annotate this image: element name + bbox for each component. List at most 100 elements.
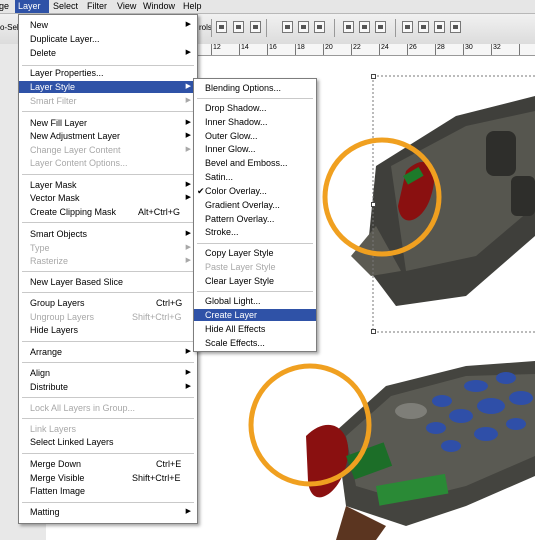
transform-handle[interactable] (371, 329, 376, 334)
menu-item-layer-style[interactable]: Layer Style ▶ (19, 81, 197, 93)
layer-menu: New ▶ Duplicate Layer... Delete ▶ Layer Pr… (18, 14, 198, 524)
menu-bar: ge Layer Select Filter View Window Help (0, 0, 535, 14)
menu-item-merge-visible[interactable]: Merge Visible Shift+Ctrl+E (19, 472, 197, 484)
menu-item-blending-options[interactable]: Blending Options... (194, 82, 316, 94)
align-top-icon[interactable] (216, 21, 227, 33)
menu-separator (22, 453, 194, 454)
menu-item-create-layer[interactable]: Create Layer (194, 309, 316, 321)
menu-item-gradient-overlay[interactable]: Gradient Overlay... (194, 199, 316, 211)
menu-item-paste-layer-style[interactable]: Paste Layer Style (194, 261, 316, 273)
menu-item-new[interactable]: New ▶ (19, 19, 197, 31)
menu-filter[interactable]: Filter (84, 0, 112, 13)
layer-style-submenu: Blending Options... Drop Shadow... Inner… (193, 78, 317, 352)
menu-item-change-layer-content[interactable]: Change Layer Content ▶ (19, 144, 197, 156)
menu-item-layer-properties[interactable]: Layer Properties... (19, 67, 197, 79)
menu-separator (22, 418, 194, 419)
transform-handle[interactable] (371, 202, 376, 207)
menu-item-smart-filter[interactable]: Smart Filter ▶ (19, 95, 197, 107)
distribute-top-icon[interactable] (343, 21, 354, 33)
menu-item-inner-shadow[interactable]: Inner Shadow... (194, 116, 316, 128)
menu-item-hide-all-effects[interactable]: Hide All Effects (194, 323, 316, 335)
menu-item-satin[interactable]: Satin... (194, 171, 316, 183)
menu-item-type[interactable]: Type ▶ (19, 242, 197, 254)
ruler-tick (463, 44, 464, 55)
menu-item-flatten-image[interactable]: Flatten Image (19, 485, 197, 497)
menu-image-partial[interactable]: ge (0, 0, 15, 13)
menu-item-merge-down[interactable]: Merge Down Ctrl+E (19, 458, 197, 470)
menu-item-link-layers[interactable]: Link Layers (19, 423, 197, 435)
align-vertical-center-icon[interactable] (233, 21, 244, 33)
distribute-vertical-center-icon[interactable] (359, 21, 370, 33)
menu-window[interactable]: Window (140, 0, 178, 13)
menu-item-layer-content-options[interactable]: Layer Content Options... (19, 157, 197, 169)
menu-item-align[interactable]: Align ▶ (19, 367, 197, 379)
menu-item-delete[interactable]: Delete ▶ (19, 47, 197, 59)
menu-item-drop-shadow[interactable]: Drop Shadow... (194, 102, 316, 114)
menu-separator (22, 111, 194, 112)
menu-item-hide-layers[interactable]: Hide Layers (19, 324, 197, 336)
menu-item-new-fill-layer[interactable]: New Fill Layer ▶ (19, 117, 197, 129)
ruler-label: 32 (493, 44, 501, 51)
menu-item-color-overlay[interactable]: ✔ Color Overlay... (194, 185, 316, 197)
menu-item-inner-glow[interactable]: Inner Glow... (194, 143, 316, 155)
align-bottom-icon[interactable] (250, 21, 261, 33)
menu-item-clear-layer-style[interactable]: Clear Layer Style (194, 275, 316, 287)
menu-separator (22, 292, 194, 293)
toolbar-separator (334, 19, 335, 37)
menu-separator (22, 65, 194, 66)
menu-item-group-layers[interactable]: Group Layers Ctrl+G (19, 297, 197, 309)
menu-item-bevel-and-emboss[interactable]: Bevel and Emboss... (194, 157, 316, 169)
menu-item-pattern-overlay[interactable]: Pattern Overlay... (194, 213, 316, 225)
menu-item-global-light[interactable]: Global Light... (194, 295, 316, 307)
menu-select[interactable]: Select (50, 0, 83, 13)
ruler-tick (407, 44, 408, 55)
menu-separator (22, 362, 194, 363)
align-right-icon[interactable] (314, 21, 325, 33)
ruler-label: 20 (325, 44, 333, 51)
menu-item-select-linked-layers[interactable]: Select Linked Layers (19, 436, 197, 448)
transform-handle[interactable] (371, 74, 376, 79)
align-horizontal-center-icon[interactable] (298, 21, 309, 33)
auto-align-icon[interactable] (450, 21, 461, 33)
menu-item-outer-glow[interactable]: Outer Glow... (194, 130, 316, 142)
menu-help[interactable]: Help (180, 0, 206, 13)
menu-item-matting[interactable]: Matting ▶ (19, 506, 197, 518)
checkmark-icon: ✔ (197, 186, 205, 196)
menu-item-smart-objects[interactable]: Smart Objects ▶ (19, 228, 197, 240)
menu-item-lock-all-layers[interactable]: Lock All Layers in Group... (19, 402, 197, 414)
menu-item-stroke[interactable]: Stroke... (194, 226, 316, 238)
menu-separator (22, 222, 194, 223)
menu-item-ungroup-layers[interactable]: Ungroup Layers Shift+Ctrl+G (19, 311, 197, 323)
ruler-tick (239, 44, 240, 55)
menu-item-create-clipping-mask[interactable]: Create Clipping Mask Alt+Ctrl+G (19, 206, 197, 218)
menu-separator (22, 341, 194, 342)
ruler-label: 30 (465, 44, 473, 51)
menu-item-scale-effects[interactable]: Scale Effects... (194, 337, 316, 349)
menu-item-new-adjustment-layer[interactable]: New Adjustment Layer ▶ (19, 130, 197, 142)
ruler-tick (323, 44, 324, 55)
menu-layer[interactable]: Layer (15, 0, 49, 13)
ruler-label: 24 (381, 44, 389, 51)
menu-separator (197, 291, 313, 292)
menu-separator (22, 397, 194, 398)
menu-view[interactable]: View (114, 0, 139, 13)
menu-item-vector-mask[interactable]: Vector Mask ▶ (19, 192, 197, 204)
menu-item-distribute[interactable]: Distribute ▶ (19, 381, 197, 393)
menu-item-rasterize[interactable]: Rasterize ▶ (19, 255, 197, 267)
ruler-label: 18 (297, 44, 305, 51)
remote-bottom-image (306, 361, 535, 540)
toolbar-separator (266, 19, 267, 37)
menu-item-arrange[interactable]: Arrange ▶ (19, 346, 197, 358)
auto-select-label: o-Sel (0, 23, 19, 32)
menu-item-new-layer-based-slice[interactable]: New Layer Based Slice (19, 276, 197, 288)
align-left-icon[interactable] (282, 21, 293, 33)
distribute-left-icon[interactable] (402, 21, 413, 33)
ruler-tick (491, 44, 492, 55)
ruler-label: 14 (241, 44, 249, 51)
distribute-bottom-icon[interactable] (375, 21, 386, 33)
distribute-right-icon[interactable] (434, 21, 445, 33)
menu-item-copy-layer-style[interactable]: Copy Layer Style (194, 247, 316, 259)
menu-item-duplicate-layer[interactable]: Duplicate Layer... (19, 33, 197, 45)
distribute-horizontal-center-icon[interactable] (418, 21, 429, 33)
menu-item-layer-mask[interactable]: Layer Mask ▶ (19, 179, 197, 191)
